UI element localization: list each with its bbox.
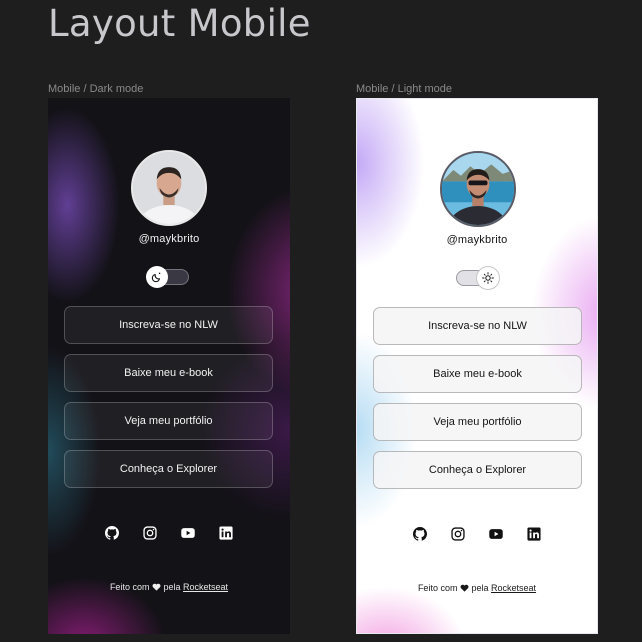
frame-label-dark: Mobile / Dark mode — [48, 83, 144, 95]
social-links — [48, 526, 290, 540]
page-title: Layout Mobile — [48, 2, 311, 45]
subscribe-nlw-button[interactable]: Inscreva-se no NLW — [373, 307, 582, 345]
github-icon[interactable] — [105, 526, 119, 540]
mobile-frame-dark: @maykbrito Inscreva-se no NLW Baixe meu … — [48, 98, 290, 634]
explorer-button[interactable]: Conheça o Explorer — [64, 450, 273, 488]
youtube-icon[interactable] — [489, 527, 503, 541]
linkedin-icon[interactable] — [527, 527, 541, 541]
link-list: Inscreva-se no NLW Baixe meu e-book Veja… — [64, 306, 273, 498]
theme-toggle[interactable] — [146, 266, 189, 288]
toggle-knob[interactable] — [146, 266, 168, 288]
username-handle: @maykbrito — [138, 233, 200, 245]
footer-by: pela — [163, 582, 181, 592]
footer-by: pela — [471, 583, 489, 593]
instagram-icon[interactable] — [451, 527, 465, 541]
avatar — [131, 150, 207, 226]
heart-icon — [152, 583, 161, 591]
youtube-icon[interactable] — [181, 526, 195, 540]
download-ebook-button[interactable]: Baixe meu e-book — [373, 355, 582, 393]
rocketseat-link[interactable]: Rocketseat — [491, 583, 536, 593]
toggle-knob[interactable] — [477, 267, 499, 289]
footer-credits: Feito com pela Rocketseat — [357, 583, 597, 593]
download-ebook-button[interactable]: Baixe meu e-book — [64, 354, 273, 392]
mobile-frame-light: @maykbrito Inscreva-se no NLW Baixe meu … — [356, 98, 598, 634]
github-icon[interactable] — [413, 527, 427, 541]
instagram-icon[interactable] — [143, 526, 157, 540]
link-list: Inscreva-se no NLW Baixe meu e-book Veja… — [373, 307, 582, 499]
portfolio-button[interactable]: Veja meu portfólio — [64, 402, 273, 440]
frame-label-light: Mobile / Light mode — [356, 83, 452, 95]
linkedin-icon[interactable] — [219, 526, 233, 540]
rocketseat-link[interactable]: Rocketseat — [183, 582, 228, 592]
subscribe-nlw-button[interactable]: Inscreva-se no NLW — [64, 306, 273, 344]
moon-icon — [151, 272, 161, 283]
footer-made-with: Feito com — [109, 582, 150, 592]
username-handle: @maykbrito — [446, 234, 508, 246]
avatar — [440, 151, 516, 227]
footer-made-with: Feito com — [417, 583, 458, 593]
heart-icon — [460, 584, 469, 592]
sun-icon — [482, 272, 494, 284]
social-links — [357, 527, 597, 541]
footer-credits: Feito com pela Rocketseat — [48, 582, 290, 592]
portfolio-button[interactable]: Veja meu portfólio — [373, 403, 582, 441]
theme-toggle[interactable] — [456, 267, 499, 289]
explorer-button[interactable]: Conheça o Explorer — [373, 451, 582, 489]
